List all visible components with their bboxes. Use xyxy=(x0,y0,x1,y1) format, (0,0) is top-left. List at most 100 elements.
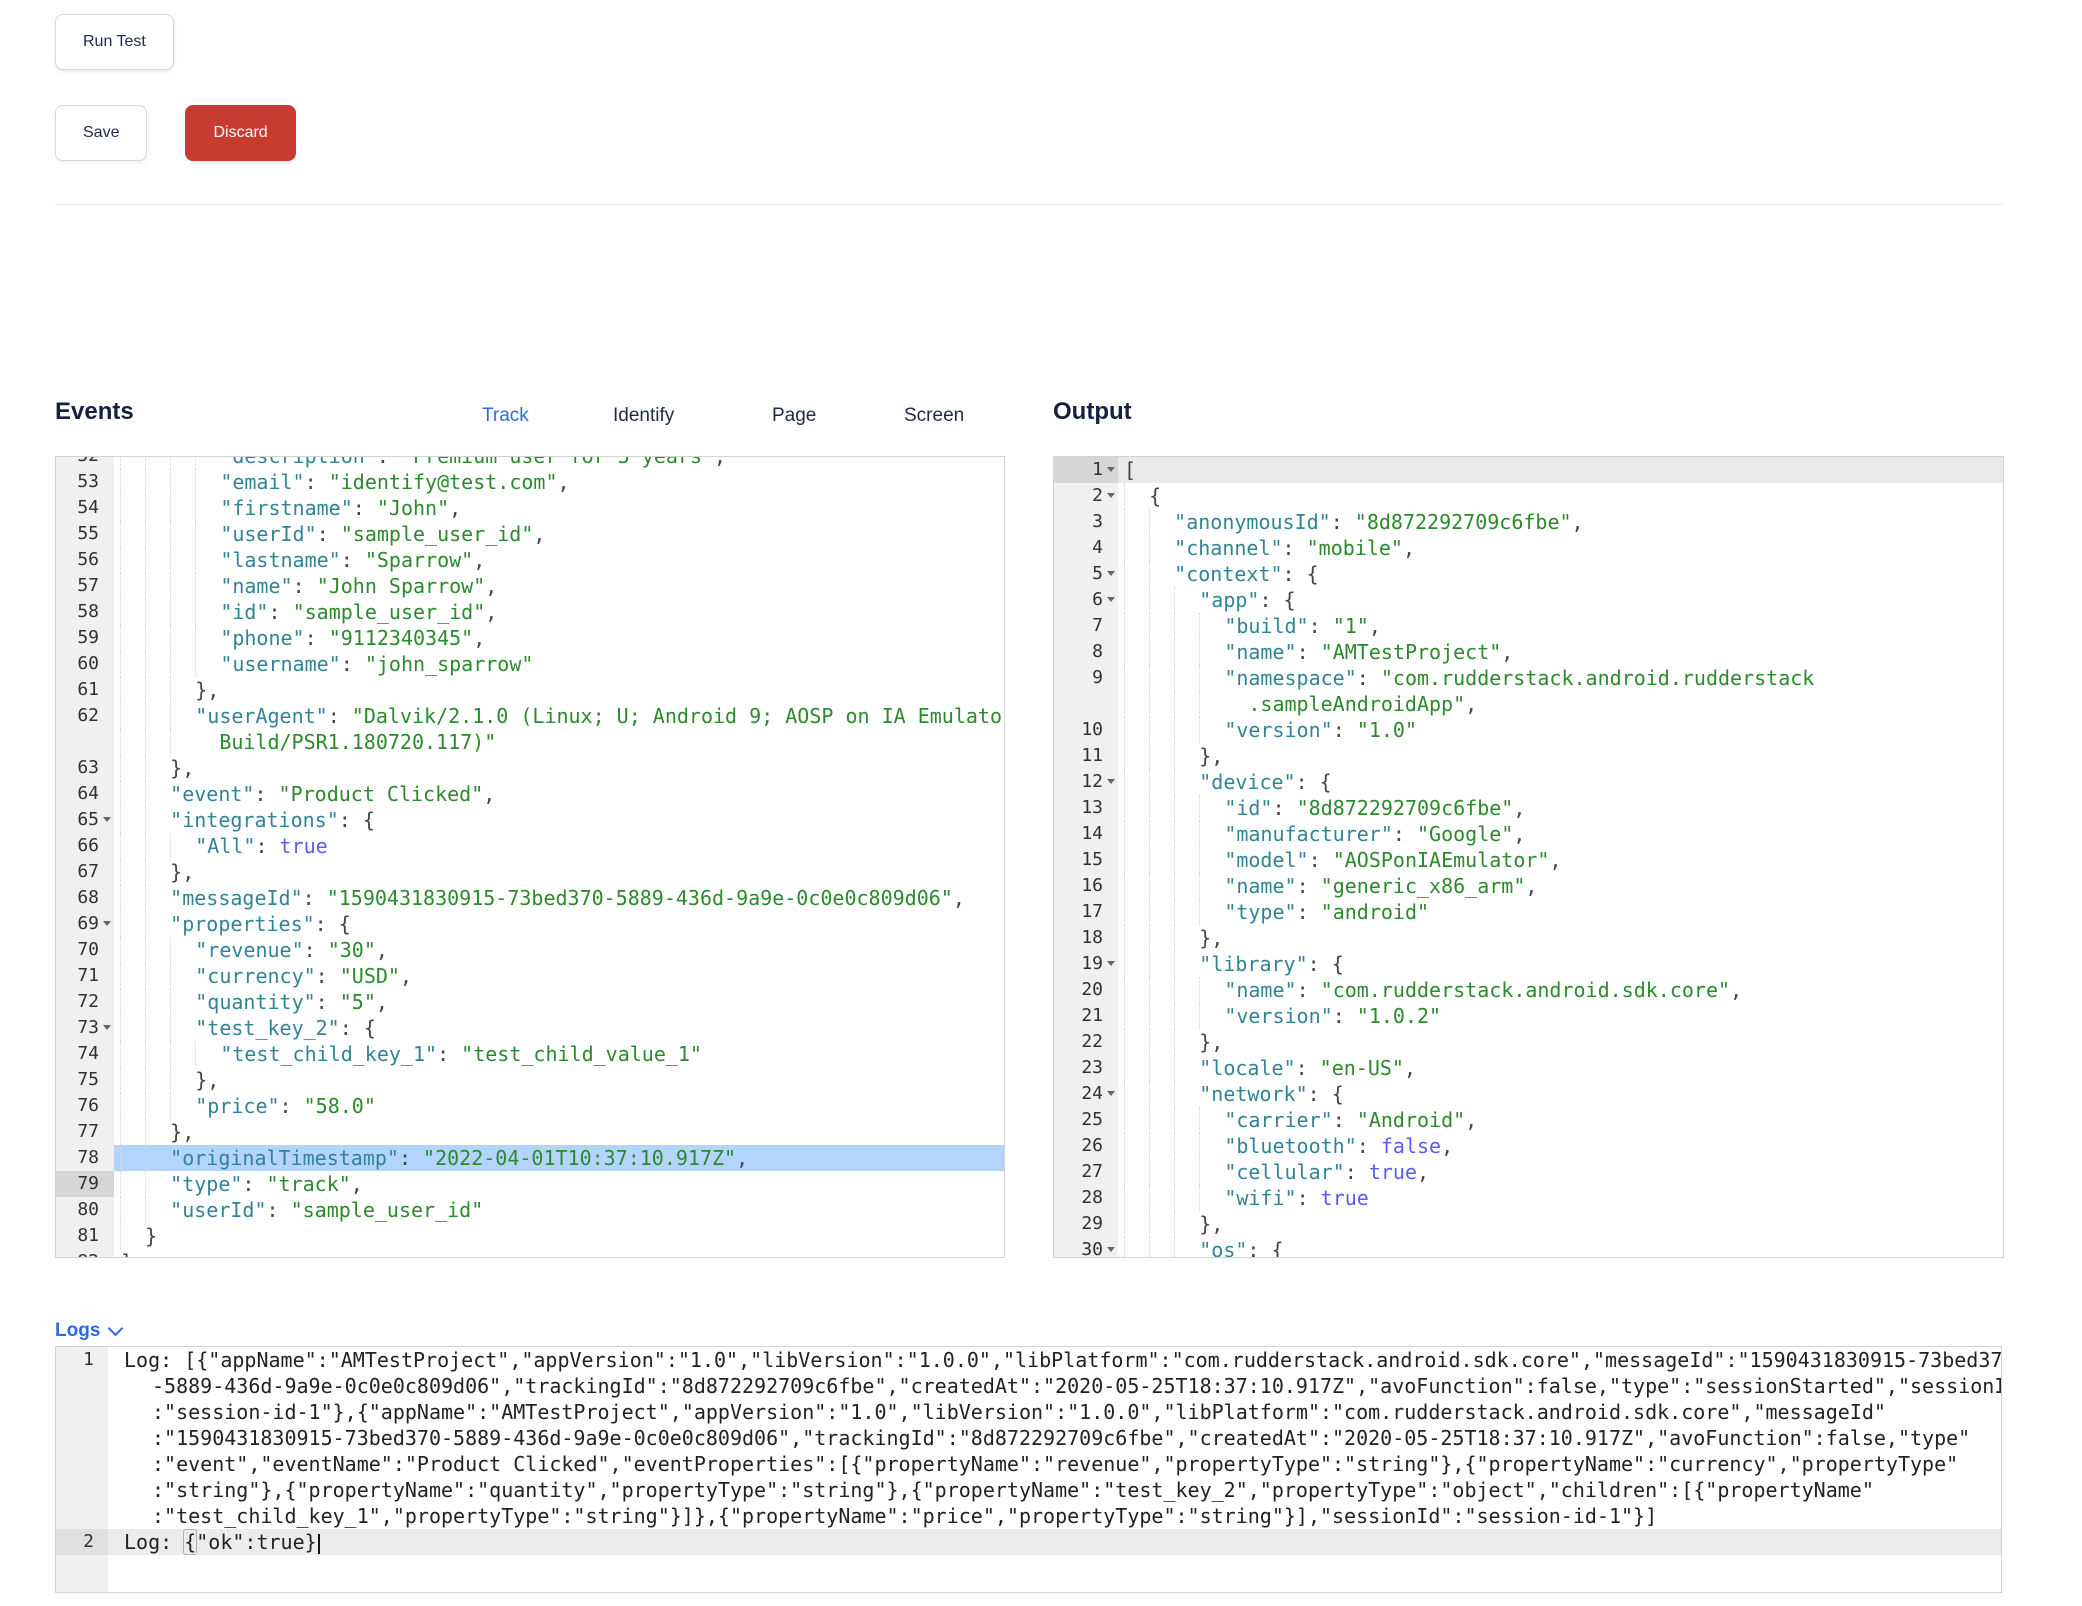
gutter-cell[interactable]: 60 xyxy=(56,651,114,677)
gutter-cell[interactable]: 8 xyxy=(1054,639,1118,665)
code-line-68[interactable]: 68"messageId": "1590431830915-73bed370-5… xyxy=(56,885,1004,911)
code-text[interactable]: Log: [{"appName":"AMTestProject","appVer… xyxy=(108,1347,2001,1373)
gutter-cell[interactable] xyxy=(56,1503,108,1529)
code-text[interactable]: "integrations": { xyxy=(114,807,1004,833)
code-text[interactable]: "id": "8d872292709c6fbe", xyxy=(1118,795,2003,821)
gutter-cell[interactable]: 78 xyxy=(56,1145,114,1171)
code-line-66[interactable]: 66"All": true xyxy=(56,833,1004,859)
code-line-72[interactable]: 72"quantity": "5", xyxy=(56,989,1004,1015)
gutter-cell[interactable]: 74 xyxy=(56,1041,114,1067)
code-line-1[interactable]: :"event","eventName":"Product Clicked","… xyxy=(56,1451,2001,1477)
code-line-70[interactable]: 70"revenue": "30", xyxy=(56,937,1004,963)
code-line-67[interactable]: 67}, xyxy=(56,859,1004,885)
code-line-58[interactable]: 58"id": "sample_user_id", xyxy=(56,599,1004,625)
gutter-cell[interactable]: 3 xyxy=(1054,509,1118,535)
code-line-56[interactable]: 56"lastname": "Sparrow", xyxy=(56,547,1004,573)
code-line-1[interactable]: :"string"},{"propertyName":"quantity","p… xyxy=(56,1477,2001,1503)
gutter-cell[interactable]: 75 xyxy=(56,1067,114,1093)
logs-header[interactable]: Logs xyxy=(55,1318,2002,1344)
code-text[interactable]: "device": { xyxy=(1118,769,2003,795)
code-line-1[interactable]: :"session-id-1"},{"appName":"AMTestProje… xyxy=(56,1399,2001,1425)
tab-identify[interactable]: Identify xyxy=(613,405,674,427)
code-text[interactable]: }, xyxy=(1118,1211,2003,1237)
code-text[interactable]: .sampleAndroidApp", xyxy=(1118,691,2003,717)
code-text[interactable]: "model": "AOSPonIAEmulator", xyxy=(1118,847,2003,873)
events-json-editor[interactable]: 52"description": "Premium user for 5 yea… xyxy=(55,456,1005,1258)
fold-toggle-icon[interactable] xyxy=(1107,493,1115,498)
code-text[interactable]: }, xyxy=(1118,1029,2003,1055)
code-line-82[interactable]: 82] xyxy=(56,1249,1004,1258)
gutter-cell[interactable]: 30 xyxy=(1054,1237,1118,1258)
code-text[interactable]: }, xyxy=(114,859,1004,885)
fold-toggle-icon[interactable] xyxy=(1107,961,1115,966)
code-text[interactable]: "messageId": "1590431830915-73bed370-588… xyxy=(114,885,1004,911)
code-text[interactable]: "library": { xyxy=(1118,951,2003,977)
code-text[interactable]: "wifi": true xyxy=(1118,1185,2003,1211)
code-line-74[interactable]: 74"test_child_key_1": "test_child_value_… xyxy=(56,1041,1004,1067)
gutter-cell[interactable]: 57 xyxy=(56,573,114,599)
code-line-13[interactable]: 13"id": "8d872292709c6fbe", xyxy=(1054,795,2003,821)
gutter-cell[interactable]: 66 xyxy=(56,833,114,859)
code-line-14[interactable]: 14"manufacturer": "Google", xyxy=(1054,821,2003,847)
gutter-cell[interactable]: 69 xyxy=(56,911,114,937)
code-text[interactable]: }, xyxy=(114,755,1004,781)
code-text[interactable]: "lastname": "Sparrow", xyxy=(114,547,1004,573)
code-line-17[interactable]: 17"type": "android" xyxy=(1054,899,2003,925)
code-line-61[interactable]: 61}, xyxy=(56,677,1004,703)
code-line-52[interactable]: 52"description": "Premium user for 5 yea… xyxy=(56,456,1004,469)
gutter-cell[interactable]: 76 xyxy=(56,1093,114,1119)
gutter-cell[interactable]: 11 xyxy=(1054,743,1118,769)
gutter-cell[interactable]: 54 xyxy=(56,495,114,521)
code-text[interactable]: "id": "sample_user_id", xyxy=(114,599,1004,625)
code-line-55[interactable]: 55"userId": "sample_user_id", xyxy=(56,521,1004,547)
code-text[interactable]: "name": "generic_x86_arm", xyxy=(1118,873,2003,899)
gutter-cell[interactable]: 68 xyxy=(56,885,114,911)
gutter-cell[interactable]: 5 xyxy=(1054,561,1118,587)
gutter-cell[interactable]: 81 xyxy=(56,1223,114,1249)
gutter-cell[interactable]: 10 xyxy=(1054,717,1118,743)
gutter-cell[interactable]: 21 xyxy=(1054,1003,1118,1029)
code-line-2[interactable]: 2Log: {"ok":true} xyxy=(56,1529,2001,1555)
gutter-cell[interactable]: 16 xyxy=(1054,873,1118,899)
code-line-71[interactable]: 71"currency": "USD", xyxy=(56,963,1004,989)
code-line-16[interactable]: 16"name": "generic_x86_arm", xyxy=(1054,873,2003,899)
gutter-cell[interactable]: 12 xyxy=(1054,769,1118,795)
code-text[interactable]: "username": "john_sparrow" xyxy=(114,651,1004,677)
code-text[interactable]: "name": "com.rudderstack.android.sdk.cor… xyxy=(1118,977,2003,1003)
code-text[interactable]: { xyxy=(1118,483,2003,509)
code-line-1[interactable]: -5889-436d-9a9e-0c0e0c809d06","trackingI… xyxy=(56,1373,2001,1399)
code-line-28[interactable]: 28"wifi": true xyxy=(1054,1185,2003,1211)
fold-toggle-icon[interactable] xyxy=(103,817,111,822)
gutter-cell[interactable]: 24 xyxy=(1054,1081,1118,1107)
code-line-62[interactable]: 62"userAgent": "Dalvik/2.1.0 (Linux; U; … xyxy=(56,703,1004,729)
code-line-11[interactable]: 11}, xyxy=(1054,743,2003,769)
code-text[interactable]: "test_key_2": { xyxy=(114,1015,1004,1041)
gutter-cell[interactable]: 18 xyxy=(1054,925,1118,951)
code-text[interactable]: "channel": "mobile", xyxy=(1118,535,2003,561)
gutter-cell[interactable]: 7 xyxy=(1054,613,1118,639)
code-text[interactable]: "network": { xyxy=(1118,1081,2003,1107)
save-button[interactable]: Save xyxy=(55,105,147,161)
logs-console[interactable]: 1Log: [{"appName":"AMTestProject","appVe… xyxy=(55,1346,2002,1593)
code-line-77[interactable]: 77}, xyxy=(56,1119,1004,1145)
code-line-69[interactable]: 69"properties": { xyxy=(56,911,1004,937)
code-text[interactable]: :"session-id-1"},{"appName":"AMTestProje… xyxy=(108,1399,2001,1425)
code-text[interactable]: :"string"},{"propertyName":"quantity","p… xyxy=(108,1477,2001,1503)
gutter-cell[interactable]: 65 xyxy=(56,807,114,833)
fold-toggle-icon[interactable] xyxy=(1107,1247,1115,1252)
code-line-73[interactable]: 73"test_key_2": { xyxy=(56,1015,1004,1041)
code-text[interactable]: "build": "1", xyxy=(1118,613,2003,639)
code-text[interactable]: "cellular": true, xyxy=(1118,1159,2003,1185)
gutter-cell[interactable]: 55 xyxy=(56,521,114,547)
code-line-65[interactable]: 65"integrations": { xyxy=(56,807,1004,833)
code-line-79[interactable]: 79"type": "track", xyxy=(56,1171,1004,1197)
gutter-cell[interactable]: 28 xyxy=(1054,1185,1118,1211)
code-line-64[interactable]: 64"event": "Product Clicked", xyxy=(56,781,1004,807)
code-line-75[interactable]: 75}, xyxy=(56,1067,1004,1093)
code-line-2[interactable]: 2{ xyxy=(1054,483,2003,509)
code-text[interactable]: "currency": "USD", xyxy=(114,963,1004,989)
code-text[interactable]: "name": "AMTestProject", xyxy=(1118,639,2003,665)
code-text[interactable]: "manufacturer": "Google", xyxy=(1118,821,2003,847)
code-line-20[interactable]: 20"name": "com.rudderstack.android.sdk.c… xyxy=(1054,977,2003,1003)
code-line-9[interactable]: .sampleAndroidApp", xyxy=(1054,691,2003,717)
